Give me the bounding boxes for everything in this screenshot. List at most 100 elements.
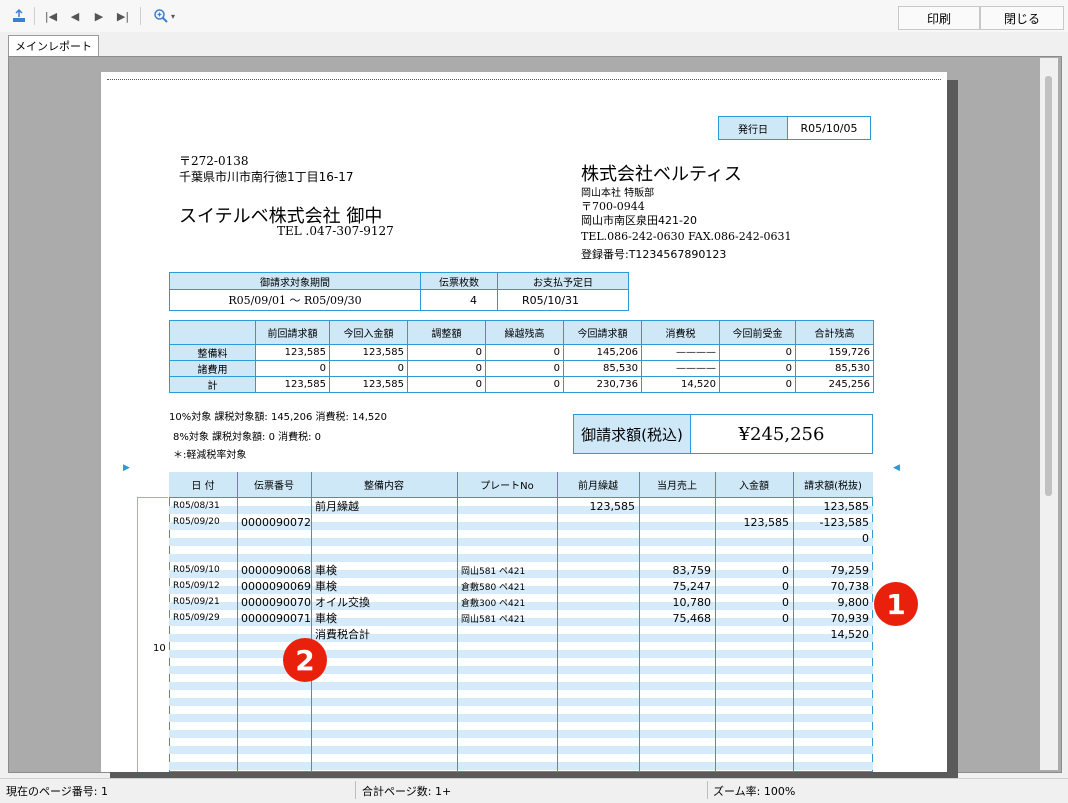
detail-cell: 消費税合計 <box>315 628 370 641</box>
callout-one: 1 <box>874 582 918 626</box>
print-button[interactable]: 印刷 <box>898 6 980 30</box>
summary-cell: 0 <box>407 344 486 361</box>
status-zoom: ズーム率: 100% <box>713 785 796 798</box>
first-page-icon[interactable]: |◀ <box>40 5 62 27</box>
detail-cell: 0000090071 <box>241 611 311 625</box>
detail-cell: 車検 <box>315 612 337 625</box>
row-stripe <box>169 714 873 722</box>
close-button[interactable]: 閉じる <box>980 6 1064 30</box>
detail-cell: オイル交換 <box>315 596 370 609</box>
detail-cell: 0000090070 <box>241 595 311 609</box>
company-address: 岡山市南区泉田421-20 <box>581 214 697 227</box>
company-name: 株式会社ベルティス <box>581 164 742 185</box>
row-stripe <box>169 698 873 706</box>
summary-cell: 230,736 <box>563 376 642 393</box>
detail-cell: -123,585 <box>819 515 869 529</box>
row-stripe <box>169 730 873 738</box>
detail-header: 伝票番号 <box>237 472 311 498</box>
detail-cell: R05/08/31 <box>173 501 220 511</box>
total-label: 御請求額(税込) <box>573 414 691 454</box>
detail-cell: R05/09/20 <box>173 517 220 527</box>
summary-cell: 123,585 <box>329 376 408 393</box>
recipient-postal: 〒272-0138 <box>179 154 249 168</box>
export-icon[interactable] <box>8 5 30 27</box>
left-arrow-icon: ▶ <box>123 463 130 473</box>
column-divider <box>557 472 558 772</box>
detail-header: プレートNo <box>457 472 557 498</box>
summary-cell: 145,206 <box>563 344 642 361</box>
next-page-icon[interactable]: ▶ <box>88 5 110 27</box>
detail-cell: 79,259 <box>830 563 870 577</box>
due-value: R05/10/31 <box>497 289 629 311</box>
summary-cell: 0 <box>719 376 796 393</box>
summary-cell: 0 <box>485 360 564 377</box>
summary-cell: 0 <box>485 376 564 393</box>
row-stripe <box>169 634 873 642</box>
summary-cell: 123,585 <box>255 376 330 393</box>
summary-cell: 0 <box>407 376 486 393</box>
summary-header: 今回前受金 <box>719 320 796 345</box>
detail-cell: R05/09/12 <box>173 581 220 591</box>
summary-row-label: 計 <box>169 376 256 393</box>
detail-cell: 車検 <box>315 564 337 577</box>
summary-cell: 0 <box>719 360 796 377</box>
row-stripe <box>169 650 873 658</box>
summary-cell: 123,585 <box>329 344 408 361</box>
detail-cell: 倉敷300 ペ421 <box>461 598 526 609</box>
detail-cell: 0 <box>782 563 789 577</box>
summary-cell: ———— <box>641 344 720 361</box>
status-bar: 現在のページ番号: 1 合計ページ数: 1+ ズーム率: 100% <box>0 778 1068 803</box>
detail-cell: 0000090072 <box>241 515 311 529</box>
detail-cell: R05/09/29 <box>173 613 220 623</box>
summary-cell: ———— <box>641 360 720 377</box>
row-stripe <box>169 666 873 674</box>
summary-header: 繰越残高 <box>485 320 564 345</box>
period-value: R05/09/01 〜 R05/09/30 <box>169 289 421 311</box>
row-stripe <box>169 746 873 754</box>
summary-table: 前回請求額 今回入金額 調整額 繰越残高 今回請求額 消費税 今回前受金 合計残高 整備料 123… <box>169 320 874 396</box>
summary-header: 合計残高 <box>795 320 874 345</box>
detail-cell: 0 <box>782 595 789 609</box>
tax-line-8: 8%対象 課税対象額: 0 消費税: 0 <box>173 432 322 443</box>
detail-cell: 70,738 <box>830 579 870 593</box>
summary-cell: 0 <box>407 360 486 377</box>
detail-header: 日 付 <box>169 472 237 498</box>
summary-cell: 14,520 <box>641 376 720 393</box>
detail-header: 前月繰越 <box>557 472 639 498</box>
detail-cell: 70,939 <box>830 611 870 625</box>
detail-header: 当月売上 <box>639 472 715 498</box>
summary-cell: 245,256 <box>795 376 874 393</box>
issue-date-value: R05/10/05 <box>787 116 871 140</box>
detail-header: 整備内容 <box>311 472 457 498</box>
detail-cell: 前月繰越 <box>315 500 359 513</box>
detail-cell: 14,520 <box>830 627 870 641</box>
summary-cell: 85,530 <box>795 360 874 377</box>
summary-cell: 0 <box>329 360 408 377</box>
last-page-icon[interactable]: ▶| <box>112 5 134 27</box>
prev-page-icon[interactable]: ◀ <box>64 5 86 27</box>
scroll-thumb[interactable] <box>1045 76 1052 496</box>
row-stripe <box>169 538 873 546</box>
summary-cell: 85,530 <box>563 360 642 377</box>
summary-cell: 0 <box>719 344 796 361</box>
company-dept: 岡山本社 特販部 <box>581 188 655 199</box>
right-arrow-icon: ◀ <box>893 463 900 473</box>
detail-cell: R05/09/10 <box>173 565 220 575</box>
reduced-rate-note: ＊:軽減税率対象 <box>173 450 247 461</box>
detail-cell: 0 <box>862 531 869 545</box>
detail-header: 請求額(税抜) <box>793 472 873 498</box>
row-stripe <box>169 554 873 562</box>
company-tel: TEL.086-242-0630 FAX.086-242-0631 <box>581 230 792 243</box>
summary-header: 消費税 <box>641 320 720 345</box>
summary-cell: 159,726 <box>795 344 874 361</box>
zoom-icon[interactable]: ▾ <box>146 5 182 27</box>
count-value: 4 <box>420 289 498 311</box>
recipient-tel: TEL .047-307-9127 <box>277 224 394 238</box>
summary-cell: 123,585 <box>255 344 330 361</box>
detail-cell: 0 <box>782 611 789 625</box>
status-total: 合計ページ数: 1+ <box>362 785 452 798</box>
tab-main-report[interactable]: メインレポート <box>8 35 99 56</box>
detail-cell: 岡山581 ペ421 <box>461 566 526 577</box>
vertical-scrollbar[interactable] <box>1040 58 1058 770</box>
registration-number: 登録番号:T1234567890123 <box>581 248 727 261</box>
